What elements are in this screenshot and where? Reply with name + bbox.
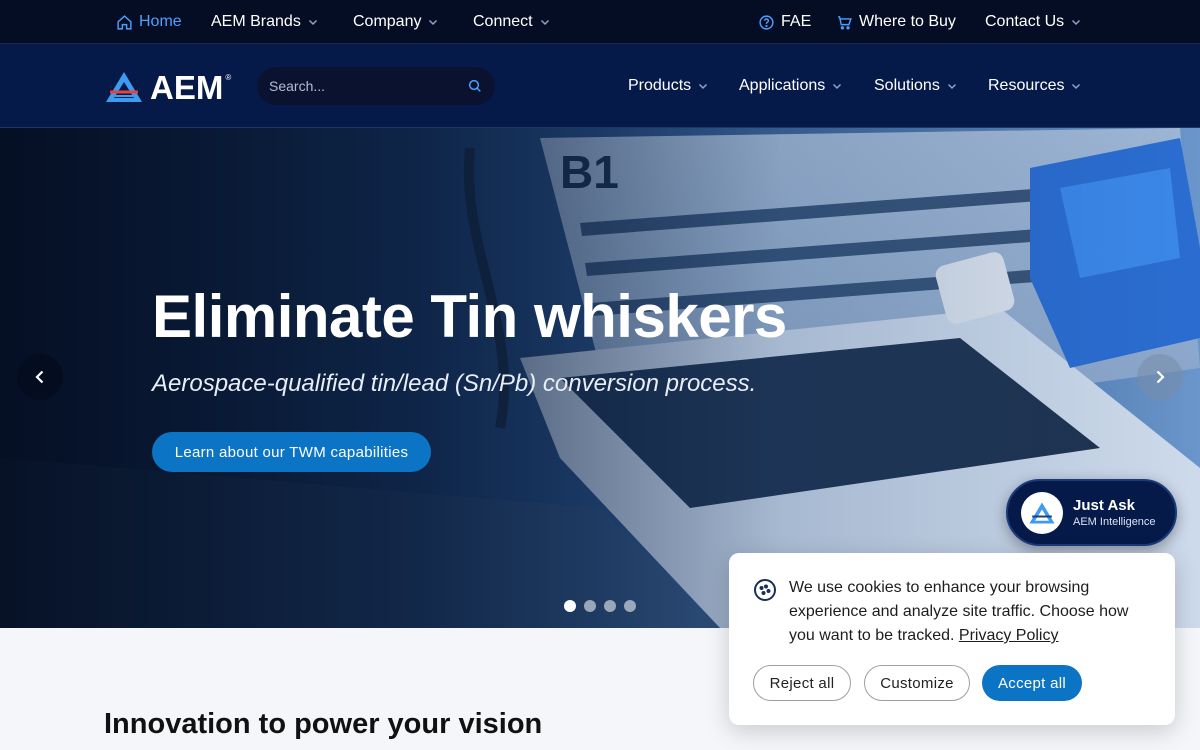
carousel-dot-2[interactable] [584,600,596,612]
company-menu[interactable]: Company [353,0,439,44]
logo-text: AEM [150,68,224,106]
solutions-label: Solutions [874,77,940,94]
section-title: Innovation to power your vision [104,708,543,740]
search-input[interactable] [269,78,467,94]
chevron-down-icon [947,83,956,90]
aem-logo-mark-icon [106,72,142,102]
products-menu[interactable]: Products [628,44,709,128]
cookie-icon [754,579,776,601]
chevron-down-icon [540,19,549,26]
cookie-consent-panel: We use cookies to enhance your browsing … [729,553,1175,725]
aem-logo-mark-icon [1029,502,1055,523]
learn-twm-button[interactable]: Learn about our TWM capabilities [152,432,431,472]
aem-logo[interactable]: AEM ® [104,69,231,105]
chevron-down-icon [1072,19,1081,26]
fae-link[interactable]: FAE [758,0,811,44]
main-navigation: AEM ® Products Applications Solutions Re… [0,44,1200,128]
privacy-policy-link[interactable]: Privacy Policy [959,627,1059,644]
connect-label: Connect [473,13,533,30]
where-to-buy-label: Where to Buy [859,13,956,30]
search-box [257,67,495,105]
search-icon[interactable] [467,78,483,94]
chevron-down-icon [308,19,317,26]
contact-us-label: Contact Us [985,13,1065,30]
solutions-menu[interactable]: Solutions [874,44,958,128]
cart-icon [838,15,852,29]
hero-subtitle: Aerospace-qualified tin/lead (Sn/Pb) con… [152,370,757,397]
applications-label: Applications [739,77,826,94]
assistant-title: Just Ask [1073,497,1135,514]
assistant-avatar [1021,491,1063,534]
applications-menu[interactable]: Applications [739,44,843,128]
cookie-message: We use cookies to enhance your browsing … [789,576,1149,648]
resources-menu[interactable]: Resources [988,44,1082,128]
carousel-dot-4[interactable] [624,600,636,612]
chevron-down-icon [429,19,438,26]
aem-brands-label: AEM Brands [211,13,301,30]
carousel-next-button[interactable] [1137,354,1183,400]
chevron-down-icon [1072,83,1081,90]
chevron-down-icon [699,83,708,90]
carousel-dot-3[interactable] [604,600,616,612]
connect-menu[interactable]: Connect [473,0,551,44]
logo-registered-mark: ® [225,73,232,82]
chevron-right-icon [1156,370,1165,384]
chevron-down-icon [833,83,842,90]
chevron-left-icon [35,370,44,384]
home-link-label: Home [139,13,182,30]
reject-all-button[interactable]: Reject all [753,665,851,701]
accept-all-button[interactable]: Accept all [982,665,1082,701]
home-link[interactable]: Home [116,0,182,44]
just-ask-assistant-button[interactable]: Just Ask AEM Intelligence [1006,479,1177,546]
resources-label: Resources [988,77,1065,94]
fae-label: FAE [781,13,812,30]
customize-button[interactable]: Customize [864,665,970,701]
aem-brands-menu[interactable]: AEM Brands [211,0,319,44]
carousel-dots [564,600,636,612]
assistant-subtitle: AEM Intelligence [1073,516,1156,528]
help-circle-icon [759,14,774,30]
carousel-dot-1[interactable] [564,600,576,612]
products-label: Products [628,77,692,94]
home-icon [117,14,132,30]
carousel-prev-button[interactable] [17,354,63,400]
contact-us-menu[interactable]: Contact Us [985,0,1082,44]
hero-title: Eliminate Tin whiskers [152,283,787,350]
utility-bar: Home AEM Brands Company Connect FAE Wher… [0,0,1200,44]
company-label: Company [353,13,422,30]
where-to-buy-link[interactable]: Where to Buy [836,0,956,44]
